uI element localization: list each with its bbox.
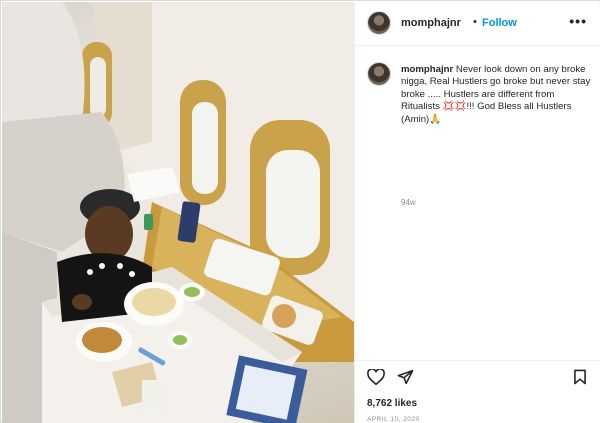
caption-text: momphajnr Never look down on any broke n… — [401, 64, 593, 126]
likes-count[interactable]: 8,762 likes — [367, 398, 417, 409]
post-sidebar: momphajnr • Follow ••• momphajnr Never l… — [354, 2, 600, 423]
caption-avatar[interactable] — [367, 62, 391, 86]
cabin-photo-illustration — [2, 2, 354, 423]
paper-plane-icon[interactable] — [397, 369, 414, 390]
post-header: momphajnr • Follow ••• — [355, 2, 600, 46]
header-separator: • — [473, 16, 477, 28]
follow-button[interactable]: Follow — [482, 17, 517, 29]
instagram-post-frame: momphajnr • Follow ••• momphajnr Never l… — [0, 0, 600, 423]
caption-username[interactable]: momphajnr — [401, 64, 453, 75]
post-photo[interactable] — [2, 2, 354, 423]
bookmark-icon[interactable] — [573, 369, 587, 390]
heart-icon[interactable] — [367, 368, 385, 390]
action-bar — [355, 360, 600, 390]
more-options-icon[interactable]: ••• — [569, 13, 587, 29]
header-username[interactable]: momphajnr — [401, 17, 461, 29]
post-time-ago[interactable]: 94w — [401, 198, 416, 207]
post-date: APRIL 10, 2020 — [367, 416, 420, 423]
profile-avatar[interactable] — [367, 11, 391, 35]
